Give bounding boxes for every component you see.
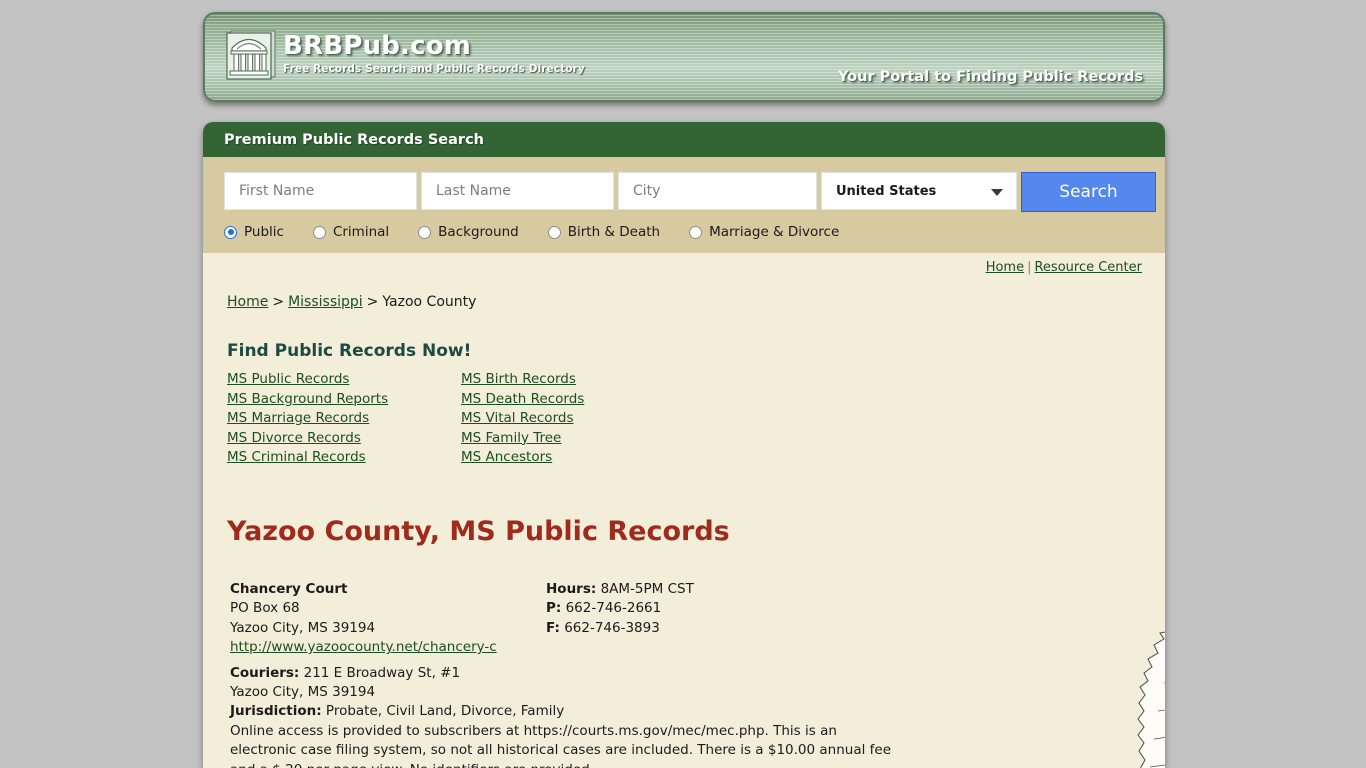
- breadcrumb-current: Yazoo County: [382, 294, 477, 310]
- main-panel: Premium Public Records Search First Name…: [203, 122, 1165, 768]
- top-nav-links: Home | Resource Center: [203, 253, 1165, 275]
- country-selected-value: United States: [836, 183, 937, 199]
- breadcrumb-arrow-2: >: [366, 294, 379, 310]
- search-form: First Name Last Name City United States …: [203, 157, 1165, 253]
- find-records-column-1: MS Public Records MS Background Reports …: [227, 370, 461, 468]
- find-records-section: Find Public Records Now! MS Public Recor…: [203, 310, 1165, 468]
- couriers-city: Yazoo City, MS 39194: [230, 684, 376, 700]
- breadcrumb-arrow-1: >: [272, 294, 285, 310]
- court-info-block: Chancery Court PO Box 68 Yazoo City, MS …: [203, 547, 1165, 658]
- search-panel-header: Premium Public Records Search: [203, 122, 1165, 157]
- link-ms-criminal-records[interactable]: MS Criminal Records: [227, 448, 461, 468]
- court-city-state-zip: Yazoo City, MS 39194: [230, 619, 376, 636]
- court-address-column: Chancery Court PO Box 68 Yazoo City, MS …: [230, 580, 546, 658]
- link-ms-background-reports[interactable]: MS Background Reports: [227, 390, 461, 410]
- courthouse-icon: [221, 27, 279, 85]
- jurisdiction-value: Probate, Civil Land, Divorce, Family: [325, 703, 565, 720]
- breadcrumb-state-link[interactable]: Mississippi: [288, 294, 363, 310]
- search-button[interactable]: Search: [1021, 172, 1156, 212]
- radio-marriage-divorce-dot[interactable]: [689, 225, 703, 239]
- topnav-separator: |: [1027, 260, 1032, 275]
- first-name-placeholder: First Name: [239, 183, 315, 199]
- brand-subtitle: Free Records Search and Public Records D…: [283, 63, 585, 75]
- court-details-block: Couriers: 211 E Broadway St, #1 Yazoo Ci…: [203, 658, 893, 768]
- court-name: Chancery Court: [230, 580, 348, 597]
- radio-background-label: Background: [438, 224, 519, 240]
- phone-value: 662-746-2661: [565, 600, 662, 617]
- link-ms-divorce-records[interactable]: MS Divorce Records: [227, 429, 461, 449]
- banner-tagline: Your Portal to Finding Public Records: [838, 69, 1143, 85]
- find-records-title: Find Public Records Now!: [227, 341, 472, 361]
- country-select[interactable]: United States: [821, 172, 1017, 210]
- court-po-box: PO Box 68: [230, 600, 300, 617]
- site-banner: BRBPub.com Free Records Search and Publi…: [203, 12, 1165, 102]
- record-type-radio-group: Public Criminal Background Birth & Death…: [203, 224, 1165, 240]
- link-ms-death-records[interactable]: MS Death Records: [461, 390, 695, 410]
- link-ms-ancestors[interactable]: MS Ancestors: [461, 448, 695, 468]
- radio-birth-death[interactable]: Birth & Death: [547, 224, 661, 240]
- city-placeholder: City: [633, 183, 661, 199]
- radio-birth-death-label: Birth & Death: [567, 224, 661, 240]
- court-website-link[interactable]: http://www.yazoocounty.net/chancery-c: [230, 639, 497, 655]
- page-title: Yazoo County, MS Public Records: [227, 515, 730, 547]
- phone-label: P:: [546, 600, 562, 617]
- breadcrumb: Home > Mississippi > Yazoo County: [203, 275, 1165, 310]
- first-name-input[interactable]: First Name: [224, 172, 417, 210]
- fax-label: F:: [546, 619, 560, 636]
- radio-marriage-divorce-label: Marriage & Divorce: [709, 224, 840, 240]
- link-ms-birth-records[interactable]: MS Birth Records: [461, 370, 695, 390]
- radio-criminal[interactable]: Criminal: [312, 224, 390, 240]
- radio-public[interactable]: Public: [224, 224, 284, 240]
- hours-value: 8AM-5PM CST: [600, 580, 694, 597]
- couriers-label: Couriers:: [230, 664, 300, 681]
- mississippi-county-map: [1128, 625, 1165, 768]
- radio-criminal-dot[interactable]: [312, 225, 326, 239]
- brand-title: BRBPub.com: [283, 31, 472, 61]
- find-records-column-2: MS Birth Records MS Death Records MS Vit…: [461, 370, 695, 468]
- hours-label: Hours:: [546, 580, 597, 597]
- radio-public-label: Public: [244, 224, 284, 240]
- radio-public-dot[interactable]: [224, 225, 237, 239]
- breadcrumb-home-link[interactable]: Home: [227, 294, 268, 310]
- radio-criminal-label: Criminal: [332, 224, 390, 240]
- court-contact-column: Hours: 8AM-5PM CST P: 662-746-2661 F: 66…: [546, 580, 694, 658]
- link-ms-family-tree[interactable]: MS Family Tree: [461, 429, 695, 449]
- link-ms-public-records[interactable]: MS Public Records: [227, 370, 461, 390]
- search-panel-title: Premium Public Records Search: [224, 131, 484, 148]
- last-name-placeholder: Last Name: [436, 183, 511, 199]
- online-access-note: Online access is provided to subscribers…: [230, 722, 892, 768]
- city-input[interactable]: City: [618, 172, 817, 210]
- radio-birth-death-dot[interactable]: [547, 225, 561, 239]
- page-root: BRBPub.com Free Records Search and Publi…: [0, 0, 1366, 768]
- link-ms-marriage-records[interactable]: MS Marriage Records: [227, 409, 461, 429]
- chevron-down-icon: [991, 189, 1003, 196]
- couriers-value: 211 E Broadway St, #1: [303, 664, 461, 681]
- topnav-resource-center-link[interactable]: Resource Center: [1034, 260, 1142, 275]
- link-ms-vital-records[interactable]: MS Vital Records: [461, 409, 695, 429]
- radio-background-dot[interactable]: [418, 225, 432, 239]
- radio-background[interactable]: Background: [418, 224, 519, 240]
- last-name-input[interactable]: Last Name: [421, 172, 614, 210]
- radio-marriage-divorce[interactable]: Marriage & Divorce: [689, 224, 839, 240]
- topnav-home-link[interactable]: Home: [986, 260, 1024, 275]
- fax-value: 662-746-3893: [564, 619, 660, 636]
- jurisdiction-label: Jurisdiction:: [230, 703, 322, 720]
